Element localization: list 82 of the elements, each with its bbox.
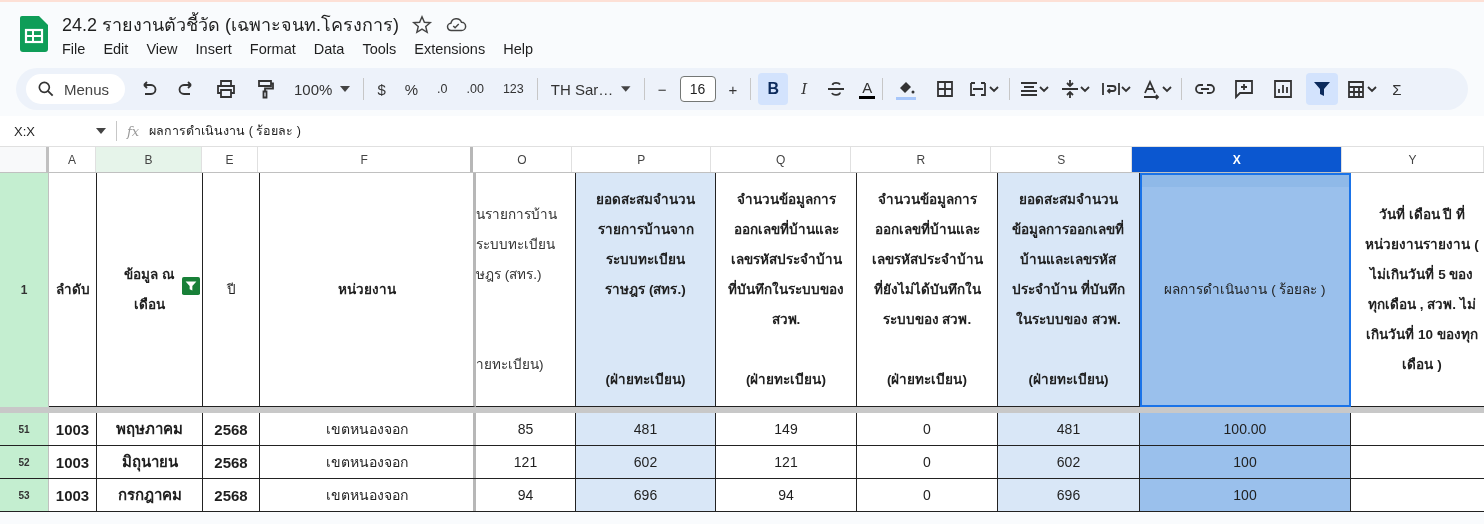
- font-size-field[interactable]: 16: [679, 76, 716, 102]
- table-cell: 94: [778, 487, 794, 503]
- table-cell: 100: [1233, 487, 1257, 503]
- table-cell-text: กรกฎาคม: [117, 485, 182, 506]
- decrease-font-size-button[interactable]: −: [651, 76, 673, 102]
- increase-font-size-button[interactable]: +: [722, 76, 744, 102]
- column-title: หน่วยงาน: [337, 280, 396, 299]
- menu-item[interactable]: Help: [503, 41, 533, 57]
- table-cell: 1003: [55, 486, 90, 504]
- menu-item[interactable]: Extensions: [414, 41, 486, 57]
- fx-label: fx: [127, 123, 140, 139]
- menu-item[interactable]: File: [62, 41, 86, 57]
- menu-search-field[interactable]: Menus: [26, 74, 126, 104]
- table-cell: 100: [1233, 454, 1257, 470]
- font-dropdown[interactable]: TH Sar…: [544, 76, 637, 102]
- document-title[interactable]: 24.2 รายงานตัวชี้วัด (เฉพาะจนท.โครงการ): [62, 10, 400, 39]
- column-header[interactable]: B: [96, 147, 202, 172]
- bold-button[interactable]: B: [758, 73, 789, 105]
- table-cell: 696: [1056, 487, 1081, 503]
- table-cell: 0: [923, 454, 931, 470]
- increase-decimal-button[interactable]: .00: [460, 78, 490, 100]
- table-cell-text: เขตหนองจอก: [325, 486, 408, 505]
- table-cell: 1003: [55, 420, 90, 438]
- caret-icon: [621, 86, 631, 92]
- table-cell-text: พฤษภาคม: [116, 419, 183, 439]
- column-title: นรายการบ้าน ระบบทะเบียน ษฎร (สทร.) ายทะเบียน): [476, 205, 557, 374]
- column-header[interactable]: X: [1132, 147, 1342, 172]
- column-title: จำนวนข้อมูลการ ออกเลขที่บ้านและ เลขรหัสประจำบ้าน ที่ยังไม่ได้บันทึกใน ระบบของ สวพ. (ฝ่ายทะเบียน): [871, 190, 983, 389]
- table-cell: 696: [633, 487, 658, 503]
- caret-icon: [96, 128, 106, 134]
- column-title: ปี: [226, 280, 236, 299]
- table-cell: 2568: [214, 420, 248, 438]
- decrease-decimal-button[interactable]: .0: [431, 78, 454, 100]
- table-cell: 121: [513, 454, 538, 470]
- column-title: ผลการดำเนินงาน ( ร้อยละ ): [1164, 280, 1326, 299]
- column-title: จำนวนข้อมูลการ ออกเลขที่บ้านและ เลขรหัสประจำบ้าน ที่บันทึกในระบบของ สวพ. (ฝ่ายทะเบียน): [728, 190, 844, 389]
- table-cell: 0: [923, 421, 931, 437]
- caret-icon: [340, 86, 351, 92]
- menu-item[interactable]: Edit: [103, 41, 129, 57]
- table-cell: 94: [517, 487, 534, 503]
- table-cell-text: เขตหนองจอก: [325, 453, 408, 472]
- column-title: ยอดสะสมจำนวน ข้อมูลการออกเลขที่ บ้านและเลขรหัส ประจำบ้าน ที่บันทึก ในระบบของ สวพ. (ฝ่ายทะเบียน): [1012, 190, 1125, 389]
- menu-item[interactable]: Data: [313, 41, 345, 57]
- menu-item[interactable]: Insert: [195, 41, 232, 57]
- row-number[interactable]: 53: [0, 479, 49, 511]
- table-cell-text: เขตหนองจอก: [325, 420, 408, 439]
- column-title: ข้อมูล ณ เดือน: [124, 265, 175, 314]
- column-title: วันที่ เดือน ปี ที่ หน่วยงานรายงาน ( ไม่เกินวันที่ 5 ของ ทุกเดือน , สวพ. ไม่ เกินวันที่ 10 ของทุก เดือน ): [1365, 204, 1479, 374]
- text-color-button[interactable]: A: [859, 79, 876, 99]
- table-cell: 602: [1056, 454, 1081, 470]
- table-cell: 85: [517, 421, 534, 437]
- number-format-button[interactable]: 123: [496, 78, 530, 100]
- search-icon: [36, 79, 56, 99]
- table-cell: 121: [774, 454, 798, 470]
- menu-item[interactable]: Format: [249, 41, 296, 57]
- name-box[interactable]: X:X: [0, 123, 106, 139]
- percent-button[interactable]: %: [398, 76, 425, 102]
- table-cell: 481: [633, 421, 658, 437]
- currency-button[interactable]: $: [371, 76, 392, 102]
- zoom-dropdown[interactable]: 100%: [288, 76, 357, 102]
- table-cell: 2568: [214, 486, 248, 504]
- menu-item[interactable]: View: [146, 41, 178, 57]
- table-cell: 149: [774, 421, 798, 437]
- table-cell: 481: [1056, 421, 1081, 437]
- column-title: ยอดสะสมจำนวน รายการบ้านจาก ระบบทะเบียน ราษฎร (สทร.) (ฝ่ายทะเบียน): [596, 190, 695, 389]
- menu-item[interactable]: Tools: [362, 41, 397, 57]
- row-number[interactable]: 1: [0, 173, 49, 407]
- table-cell-text: มิถุนายน: [121, 452, 178, 474]
- table-cell: 1003: [55, 453, 90, 471]
- italic-button[interactable]: I: [795, 76, 814, 102]
- functions-button[interactable]: Σ: [1386, 76, 1408, 102]
- row-number[interactable]: 52: [0, 446, 49, 478]
- row-number[interactable]: 51: [0, 413, 49, 445]
- filter-icon[interactable]: [1306, 73, 1339, 105]
- column-title: ลำดับ: [55, 280, 90, 299]
- star-icon[interactable]: [411, 13, 434, 36]
- sheets-logo-icon[interactable]: [20, 16, 48, 52]
- table-cell: 602: [633, 454, 658, 470]
- table-cell: 2568: [214, 453, 248, 471]
- table-cell: 100.00: [1223, 421, 1267, 437]
- formula-field[interactable]: ผลการดำเนินงาน ( ร้อยละ ): [149, 121, 301, 141]
- table-cell: 0: [923, 487, 931, 503]
